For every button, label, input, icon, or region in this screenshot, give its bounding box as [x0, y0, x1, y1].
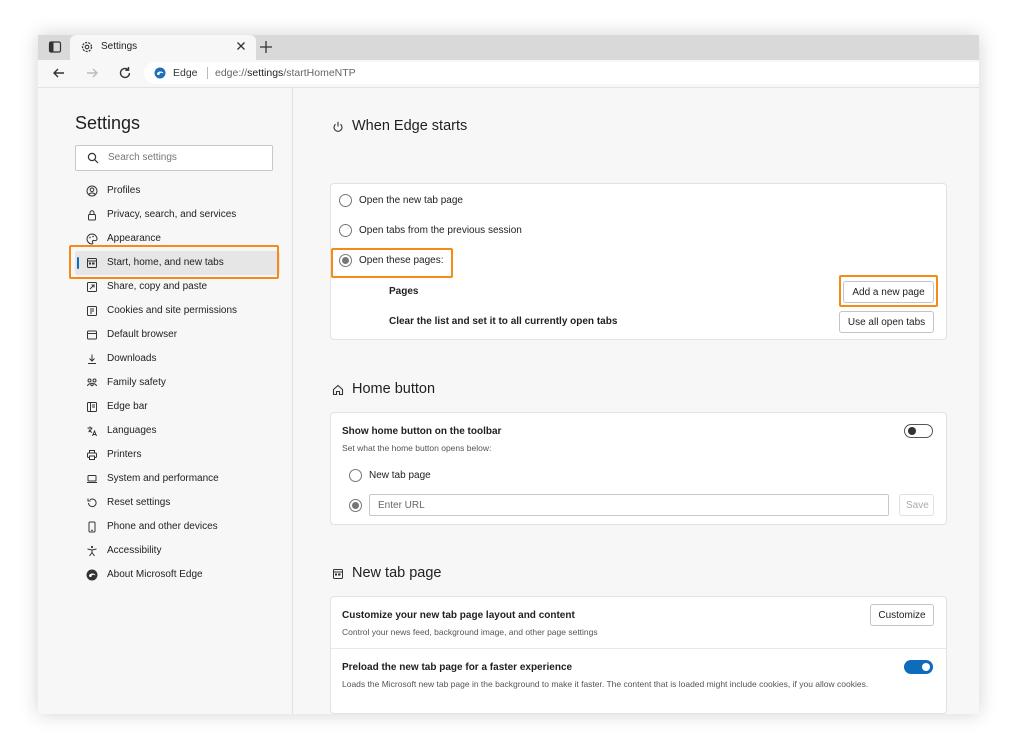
preload-toggle[interactable] — [904, 660, 933, 674]
settings-main: When Edge starts Open the new tab page O… — [293, 88, 979, 714]
home-url-field[interactable] — [369, 494, 889, 516]
address-separator — [207, 67, 208, 79]
save-button[interactable]: Save — [899, 494, 934, 516]
radio-circle-selected[interactable] — [339, 254, 352, 267]
sidebar-nav: Profiles Privacy, search, and services A… — [75, 179, 280, 587]
sidebar-item-edge-bar[interactable]: Edge bar — [75, 395, 280, 419]
sidebar-item-appearance[interactable]: Appearance — [75, 227, 280, 251]
preload-sub: Loads the Microsoft new tab page in the … — [342, 679, 869, 689]
preload-label: Preload the new tab page for a faster ex… — [342, 662, 573, 673]
customize-sub: Control your news feed, background image… — [342, 627, 598, 637]
search-icon — [87, 152, 99, 164]
card-divider — [331, 648, 946, 649]
show-home-button-sub: Set what the home button opens below: — [342, 443, 492, 453]
browser-window: Settings Edge edge://settings/startHomeN… — [38, 35, 979, 714]
tab-strip: Settings — [38, 35, 979, 60]
sidebar-item-phone-devices[interactable]: Phone and other devices — [75, 515, 280, 539]
phone-icon — [88, 521, 96, 533]
radio-circle[interactable] — [339, 224, 352, 237]
sidebar-item-printers[interactable]: Printers — [75, 443, 280, 467]
edge-bar-icon — [87, 402, 97, 412]
clear-list-label: Clear the list and set it to all current… — [389, 316, 618, 327]
refresh-icon[interactable] — [117, 65, 133, 81]
add-new-page-button[interactable]: Add a new page — [843, 281, 934, 303]
system-icon — [87, 475, 97, 483]
languages-icon — [87, 426, 97, 437]
sidebar-item-languages[interactable]: Languages — [75, 419, 280, 443]
sidebar-title: Settings — [75, 113, 141, 133]
url-text[interactable]: edge://settings/startHomeNTP — [215, 67, 356, 79]
show-home-button-toggle[interactable] — [904, 424, 933, 438]
toolbar: Edge edge://settings/startHomeNTP — [38, 60, 979, 88]
when-edge-starts-card: Open the new tab page Open tabs from the… — [330, 183, 947, 340]
new-tab-page-card: Customize your new tab page layout and c… — [330, 596, 947, 714]
search-input[interactable] — [108, 150, 263, 165]
sidebar-item-cookies[interactable]: Cookies and site permissions — [75, 299, 280, 323]
edge-logo-icon — [86, 569, 98, 581]
sidebar-item-default-browser[interactable]: Default browser — [75, 323, 280, 347]
share-icon — [87, 282, 97, 292]
default-browser-icon — [87, 330, 97, 340]
radio-circle[interactable] — [349, 469, 362, 482]
edge-logo-icon — [154, 67, 166, 79]
printer-icon — [87, 450, 97, 460]
accessibility-icon — [87, 545, 97, 557]
sidebar-item-privacy[interactable]: Privacy, search, and services — [75, 203, 280, 227]
tab-title: Settings — [101, 41, 138, 52]
profile-icon — [86, 185, 98, 197]
power-icon — [333, 121, 343, 132]
appearance-icon — [86, 233, 98, 245]
sidebar-item-reset-settings[interactable]: Reset settings — [75, 491, 280, 515]
home-button-card: Show home button on the toolbar Set what… — [330, 412, 947, 525]
tab-settings[interactable]: Settings — [70, 35, 256, 60]
back-arrow-icon[interactable] — [51, 65, 67, 81]
sidebar-item-accessibility[interactable]: Accessibility — [75, 539, 280, 563]
reset-icon — [87, 498, 97, 508]
home-url-input[interactable] — [378, 499, 878, 512]
radio-circle[interactable] — [339, 194, 352, 207]
new-tab-page-icon — [333, 569, 343, 579]
show-home-button-label: Show home button on the toolbar — [342, 426, 502, 437]
family-icon — [87, 378, 97, 387]
sidebar-item-profiles[interactable]: Profiles — [75, 179, 280, 203]
new-tab-icon[interactable] — [258, 39, 274, 55]
sidebar-item-start-home-new-tabs[interactable]: Start, home, and new tabs — [75, 251, 280, 275]
settings-sidebar: Settings Profiles Privacy, search, and s… — [38, 88, 293, 714]
forward-arrow-icon[interactable] — [84, 65, 100, 81]
gear-icon — [81, 41, 93, 53]
sidebar-item-system-performance[interactable]: System and performance — [75, 467, 280, 491]
site-identity-chip[interactable]: Edge — [173, 67, 198, 79]
radio-home-url[interactable] — [349, 499, 362, 512]
search-box[interactable] — [75, 145, 273, 171]
sidebar-item-downloads[interactable]: Downloads — [75, 347, 280, 371]
lock-icon — [88, 210, 96, 221]
customize-button[interactable]: Customize — [870, 604, 934, 626]
tab-actions-icon[interactable] — [48, 40, 62, 54]
cookies-icon — [87, 306, 97, 316]
use-all-open-tabs-button[interactable]: Use all open tabs — [839, 311, 934, 333]
home-icon — [332, 384, 344, 396]
sidebar-item-share-copy-paste[interactable]: Share, copy and paste — [75, 275, 280, 299]
customize-label: Customize your new tab page layout and c… — [342, 610, 575, 621]
address-bar[interactable]: Edge edge://settings/startHomeNTP — [144, 62, 979, 84]
start-page-icon — [87, 258, 97, 268]
download-icon — [88, 354, 96, 364]
sidebar-item-about-edge[interactable]: About Microsoft Edge — [75, 563, 280, 587]
pages-label: Pages — [389, 286, 419, 297]
close-icon[interactable] — [234, 39, 248, 53]
sidebar-item-family-safety[interactable]: Family safety — [75, 371, 280, 395]
